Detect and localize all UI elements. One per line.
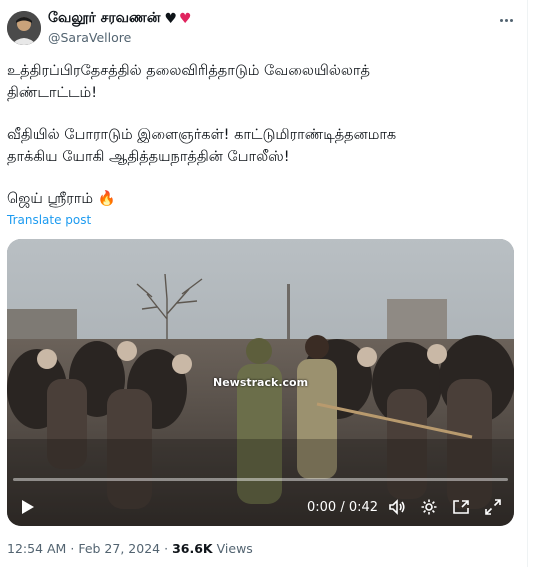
post-text-line-3: வீதியில் போராடும் இளைஞர்கள்! காட்டுமிராண…: [7, 127, 397, 143]
meta-separator: ·: [70, 541, 75, 556]
meta-separator-2: ·: [164, 541, 169, 556]
post-text-line-2: திண்டாட்டம்!: [7, 85, 98, 101]
more-options-icon[interactable]: [496, 10, 516, 30]
author-name-row[interactable]: வேலூர் சரவணன் ♥ ♥: [48, 9, 192, 29]
video-time-display: 0:00 / 0:42: [307, 499, 379, 515]
translate-post-link[interactable]: Translate post: [7, 213, 91, 227]
post-metadata: 12:54 AM · Feb 27, 2024 · 36.6K Views: [7, 541, 253, 556]
post-time[interactable]: 12:54 AM: [7, 541, 66, 556]
video-player[interactable]: Newstrack.com 0:00 / 0:42: [7, 239, 514, 526]
play-icon[interactable]: [19, 497, 37, 517]
volume-icon[interactable]: [387, 497, 407, 517]
settings-gear-icon[interactable]: [419, 497, 439, 517]
post-text-line-1: உத்திரப்பிரதேசத்தில் தலைவிரித்தாடும் வேல…: [7, 63, 370, 79]
avatar[interactable]: [7, 11, 41, 45]
views-count: 36.6K: [172, 541, 213, 556]
post-date[interactable]: Feb 27, 2024: [78, 541, 160, 556]
author-handle[interactable]: @SaraVellore: [48, 30, 131, 45]
views-label: Views: [216, 541, 253, 556]
tweet-card: வேலூர் சரவணன் ♥ ♥ @SaraVellore உத்திரப்ப…: [0, 0, 527, 567]
video-watermark: Newstrack.com: [213, 376, 309, 389]
post-text-line-4: தாக்கிய யோகி ஆதித்தயநாத்தின் போலீஸ்!: [7, 149, 290, 165]
video-progress-bar[interactable]: [13, 478, 508, 481]
author-name[interactable]: வேலூர் சரவணன்: [48, 10, 160, 28]
avatar-image: [7, 11, 41, 45]
fullscreen-icon[interactable]: [483, 497, 503, 517]
black-heart-icon: ♥: [164, 11, 177, 27]
red-heart-icon: ♥: [179, 11, 192, 27]
picture-in-picture-icon[interactable]: [451, 497, 471, 517]
column-divider: [527, 0, 528, 567]
post-text-line-5: ஜெய் ஸ்ரீராம் 🔥: [7, 191, 116, 207]
